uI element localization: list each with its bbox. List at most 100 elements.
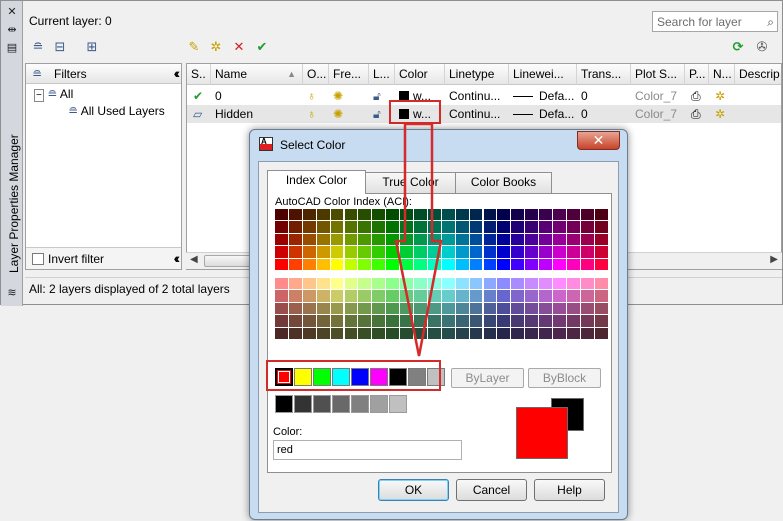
- aci-color-cell[interactable]: [386, 246, 401, 259]
- gray-color-cell[interactable]: [389, 395, 407, 413]
- aci-color-cell[interactable]: [594, 221, 609, 234]
- printer-icon[interactable]: ⎙: [687, 87, 711, 105]
- aci-color-cell[interactable]: [497, 278, 512, 291]
- standard-color-cell[interactable]: [389, 368, 407, 386]
- aci-color-cell[interactable]: [372, 209, 387, 222]
- aci-color-cell[interactable]: [553, 278, 567, 291]
- aci-color-cell[interactable]: [469, 278, 484, 291]
- aci-color-cell[interactable]: [275, 233, 289, 247]
- layer-row[interactable]: ✔ 0 ♁ ✺ 🔓︎ w... Continu... Defa... 0 Col…: [187, 87, 781, 105]
- lightbulb-icon[interactable]: ♁: [303, 87, 329, 105]
- aci-color-cell[interactable]: [427, 258, 442, 271]
- aci-color-cell[interactable]: [275, 302, 289, 316]
- aci-color-cell[interactable]: [511, 315, 526, 328]
- aci-color-cell[interactable]: [497, 209, 512, 222]
- aci-color-cell[interactable]: [469, 258, 484, 271]
- gray-color-cell[interactable]: [275, 395, 293, 413]
- aci-color-cell[interactable]: [525, 302, 540, 316]
- aci-color-cell[interactable]: [483, 327, 498, 340]
- aci-color-cell[interactable]: [275, 209, 289, 222]
- aci-color-cell[interactable]: [455, 233, 470, 247]
- aci-color-cell[interactable]: [455, 302, 470, 316]
- aci-color-cell[interactable]: [386, 258, 401, 271]
- aci-color-cell[interactable]: [580, 315, 595, 328]
- tab-true-color[interactable]: True Color: [365, 172, 456, 193]
- aci-color-cell[interactable]: [344, 302, 359, 316]
- column-lock[interactable]: L...: [369, 64, 395, 85]
- layer-lineweight[interactable]: Defa...: [509, 87, 577, 105]
- aci-color-cell[interactable]: [539, 221, 553, 234]
- gray-color-cell[interactable]: [294, 395, 312, 413]
- aci-color-cell[interactable]: [344, 209, 359, 222]
- unlock-icon[interactable]: 🔓︎: [369, 87, 395, 105]
- aci-color-cell[interactable]: [302, 290, 317, 303]
- aci-color-cell[interactable]: [386, 221, 401, 234]
- aci-color-cell[interactable]: [483, 221, 498, 234]
- aci-color-cell[interactable]: [316, 221, 331, 234]
- column-freeze[interactable]: Fre...: [329, 64, 369, 85]
- set-current-icon[interactable]: ✔: [253, 39, 271, 55]
- aci-color-cell[interactable]: [580, 209, 595, 222]
- aci-color-cell[interactable]: [400, 278, 414, 291]
- aci-color-cell[interactable]: [344, 258, 359, 271]
- new-group-filter-icon[interactable]: ⊟: [51, 39, 69, 55]
- aci-color-cell[interactable]: [316, 315, 331, 328]
- aci-color-cell[interactable]: [302, 209, 317, 222]
- aci-color-cell[interactable]: [483, 209, 498, 222]
- aci-color-cell[interactable]: [553, 221, 567, 234]
- invert-filter-checkbox[interactable]: [32, 253, 44, 265]
- aci-color-cell[interactable]: [511, 327, 526, 340]
- aci-color-cell[interactable]: [497, 315, 512, 328]
- aci-color-cell[interactable]: [330, 327, 345, 340]
- autohide-icon[interactable]: ⇹: [4, 23, 20, 37]
- aci-color-cell[interactable]: [316, 258, 331, 271]
- ok-button[interactable]: OK: [378, 479, 449, 501]
- aci-color-cell[interactable]: [511, 246, 526, 259]
- refresh-icon[interactable]: ⟳: [729, 39, 747, 55]
- properties-icon[interactable]: ▤: [4, 41, 20, 55]
- tab-color-books[interactable]: Color Books: [455, 172, 552, 193]
- aci-color-cell[interactable]: [344, 246, 359, 259]
- aci-color-cell[interactable]: [455, 221, 470, 234]
- aci-color-cell[interactable]: [566, 278, 581, 291]
- column-description[interactable]: Descrip: [735, 64, 781, 85]
- close-icon[interactable]: ✕: [4, 5, 20, 19]
- aci-color-cell[interactable]: [566, 315, 581, 328]
- aci-color-cell[interactable]: [358, 258, 373, 271]
- aci-color-cell[interactable]: [525, 315, 540, 328]
- aci-color-cell[interactable]: [483, 278, 498, 291]
- bylayer-button[interactable]: ByLayer: [451, 368, 524, 388]
- aci-color-cell[interactable]: [594, 278, 609, 291]
- aci-color-cell[interactable]: [316, 302, 331, 316]
- column-lineweight[interactable]: Linewei...: [509, 64, 577, 85]
- aci-color-cell[interactable]: [427, 278, 442, 291]
- aci-color-cell[interactable]: [511, 258, 526, 271]
- aci-color-cell[interactable]: [525, 290, 540, 303]
- layer-lineweight[interactable]: Defa...: [509, 105, 577, 123]
- aci-color-cell[interactable]: [414, 233, 428, 247]
- aci-color-cell[interactable]: [414, 246, 428, 259]
- aci-color-cell[interactable]: [288, 258, 303, 271]
- aci-color-cell[interactable]: [483, 233, 498, 247]
- aci-color-cell[interactable]: [400, 315, 414, 328]
- aci-color-cell[interactable]: [400, 290, 414, 303]
- aci-color-cell[interactable]: [372, 278, 387, 291]
- aci-color-cell[interactable]: [525, 233, 540, 247]
- aci-color-cell[interactable]: [441, 315, 456, 328]
- aci-color-cell[interactable]: [483, 290, 498, 303]
- aci-color-cell[interactable]: [580, 246, 595, 259]
- aci-color-cell[interactable]: [302, 278, 317, 291]
- aci-color-cell[interactable]: [344, 290, 359, 303]
- aci-color-cell[interactable]: [275, 315, 289, 328]
- cancel-button[interactable]: Cancel: [456, 479, 527, 501]
- aci-color-cell[interactable]: [553, 327, 567, 340]
- aci-color-cell[interactable]: [330, 278, 345, 291]
- aci-color-cell[interactable]: [497, 327, 512, 340]
- aci-color-cell[interactable]: [427, 290, 442, 303]
- aci-color-cell[interactable]: [580, 327, 595, 340]
- aci-color-cell[interactable]: [525, 258, 540, 271]
- aci-color-cell[interactable]: [553, 315, 567, 328]
- column-name[interactable]: Name ▲: [211, 64, 303, 85]
- aci-color-cell[interactable]: [358, 209, 373, 222]
- aci-color-cell[interactable]: [455, 278, 470, 291]
